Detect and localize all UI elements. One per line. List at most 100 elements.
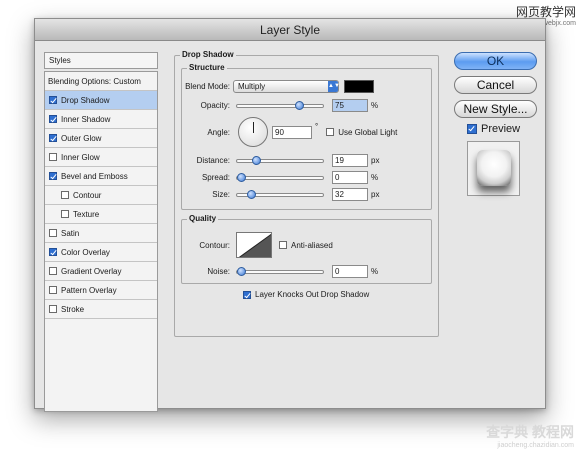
style-item[interactable]: Gradient Overlay — [45, 262, 157, 281]
style-item[interactable]: Outer Glow — [45, 129, 157, 148]
spread-slider-knob[interactable] — [237, 172, 246, 182]
preview-thumbnail — [477, 150, 511, 186]
ok-button[interactable]: OK — [454, 52, 537, 70]
size-slider[interactable] — [236, 189, 324, 199]
structure-group: Structure Blend Mode: Multiply ▲▼ Opacit… — [181, 63, 432, 210]
style-item-checkbox[interactable] — [49, 172, 57, 180]
anti-aliased-checkbox[interactable] — [279, 241, 287, 249]
distance-slider[interactable] — [236, 155, 324, 165]
quality-group: Quality Contour: ▼ Anti-aliased Noise: — [181, 214, 432, 284]
noise-input[interactable]: 0 — [332, 265, 368, 278]
noise-slider-knob[interactable] — [237, 266, 246, 276]
style-item[interactable]: Drop Shadow — [45, 91, 157, 110]
style-item-checkbox[interactable] — [61, 210, 69, 218]
angle-dial-hand — [253, 122, 254, 133]
preview-label: Preview — [481, 123, 521, 135]
knockout-checkbox[interactable] — [243, 290, 251, 299]
preview-row: Preview — [467, 123, 520, 135]
style-item-label: Contour — [73, 190, 102, 200]
angle-input[interactable]: 90 — [272, 125, 312, 139]
blend-mode-label: Blend Mode: — [185, 82, 230, 91]
styles-list: Styles Blending Options: Custom Drop Sha… — [44, 52, 158, 415]
style-item[interactable]: Satin — [45, 224, 157, 243]
style-item-checkbox[interactable] — [49, 134, 57, 142]
size-label: Size: — [212, 190, 230, 199]
style-item-checkbox[interactable] — [49, 96, 57, 104]
style-preview — [467, 141, 520, 196]
distance-label: Distance: — [196, 156, 230, 165]
preview-checkbox[interactable] — [467, 124, 477, 134]
distance-slider-knob[interactable] — [252, 155, 261, 165]
noise-unit: % — [371, 267, 379, 276]
blending-options-item[interactable]: Blending Options: Custom — [45, 72, 157, 91]
style-item-checkbox[interactable] — [49, 267, 57, 275]
style-item-checkbox[interactable] — [49, 115, 57, 123]
layer-style-dialog: Layer Style Styles Blending Options: Cus… — [34, 18, 546, 412]
opacity-unit: % — [371, 101, 379, 110]
spread-unit: % — [371, 173, 379, 182]
global-light-label: Use Global Light — [338, 127, 398, 137]
global-light-checkbox[interactable] — [326, 128, 335, 136]
noise-slider[interactable] — [236, 266, 324, 276]
style-item-label: Drop Shadow — [61, 95, 110, 105]
style-items: Drop Shadow Inner Shadow Outer Glow Inner G… — [45, 91, 157, 319]
style-item-label: Stroke — [61, 304, 85, 314]
size-unit: px — [371, 190, 380, 199]
quality-title: Quality — [187, 214, 219, 223]
style-item[interactable]: Color Overlay — [45, 243, 157, 262]
shadow-color-swatch[interactable] — [344, 80, 374, 93]
style-item-label: Color Overlay — [61, 247, 110, 257]
blend-mode-row: Blend Mode: Multiply ▲▼ — [182, 80, 374, 93]
structure-title: Structure — [187, 63, 227, 72]
style-item-checkbox[interactable] — [49, 305, 57, 313]
watermark-top-line1: 网页教学网 — [515, 5, 576, 19]
distance-input[interactable]: 19 — [332, 154, 368, 167]
blend-mode-select[interactable]: Multiply ▲▼ — [233, 80, 340, 93]
style-item[interactable]: Inner Shadow — [45, 110, 157, 129]
style-item[interactable]: Pattern Overlay — [45, 281, 157, 300]
style-item-checkbox[interactable] — [49, 248, 57, 256]
opacity-slider[interactable] — [236, 100, 324, 110]
distance-row: Distance: 19 px — [182, 154, 379, 167]
style-item[interactable]: Stroke — [45, 300, 157, 319]
spread-slider[interactable] — [236, 172, 324, 182]
style-item-label: Inner Glow — [61, 152, 100, 162]
size-slider-knob[interactable] — [247, 189, 256, 199]
cancel-button[interactable]: Cancel — [454, 76, 537, 94]
style-item[interactable]: Contour — [45, 186, 157, 205]
styles-header[interactable]: Styles — [44, 52, 158, 69]
style-item[interactable]: Texture — [45, 205, 157, 224]
angle-row: Angle: 90 ° Use Global Light — [182, 117, 397, 147]
opacity-label: Opacity: — [200, 101, 230, 110]
style-item-label: Gradient Overlay — [61, 266, 122, 276]
style-item-checkbox[interactable] — [49, 229, 57, 237]
spread-row: Spread: 0 % — [182, 171, 378, 184]
blending-options-label: Blending Options: Custom — [48, 76, 141, 86]
opacity-slider-knob[interactable] — [295, 100, 304, 110]
contour-label: Contour: — [199, 240, 230, 250]
watermark-bottom: 查字典 教程网 jiaocheng.chazidian.com — [486, 424, 574, 452]
new-style-button[interactable]: New Style... — [454, 100, 537, 118]
style-item[interactable]: Bevel and Emboss — [45, 167, 157, 186]
contour-row: Contour: ▼ Anti-aliased — [182, 232, 333, 258]
drop-shadow-title: Drop Shadow — [180, 50, 236, 59]
size-input[interactable]: 32 — [332, 188, 368, 201]
opacity-row: Opacity: 75 % — [182, 99, 378, 112]
size-row: Size: 32 px — [182, 188, 379, 201]
noise-row: Noise: 0 % — [182, 265, 378, 278]
spread-label: Spread: — [201, 173, 230, 182]
opacity-input[interactable]: 75 — [332, 99, 368, 112]
watermark-bottom-line1: 查字典 教程网 — [486, 424, 574, 440]
angle-dial[interactable] — [238, 117, 268, 147]
style-item-checkbox[interactable] — [49, 286, 57, 294]
style-item-checkbox[interactable] — [49, 153, 57, 161]
contour-picker[interactable] — [236, 232, 272, 258]
style-item-label: Inner Shadow — [61, 114, 111, 124]
style-item[interactable]: Inner Glow — [45, 148, 157, 167]
angle-label: Angle: — [207, 127, 230, 137]
style-item-checkbox[interactable] — [61, 191, 69, 199]
spread-input[interactable]: 0 — [332, 171, 368, 184]
style-item-label: Satin — [61, 228, 80, 238]
distance-unit: px — [371, 156, 380, 165]
styles-list-body: Blending Options: Custom Drop Shadow Inne… — [44, 71, 158, 412]
